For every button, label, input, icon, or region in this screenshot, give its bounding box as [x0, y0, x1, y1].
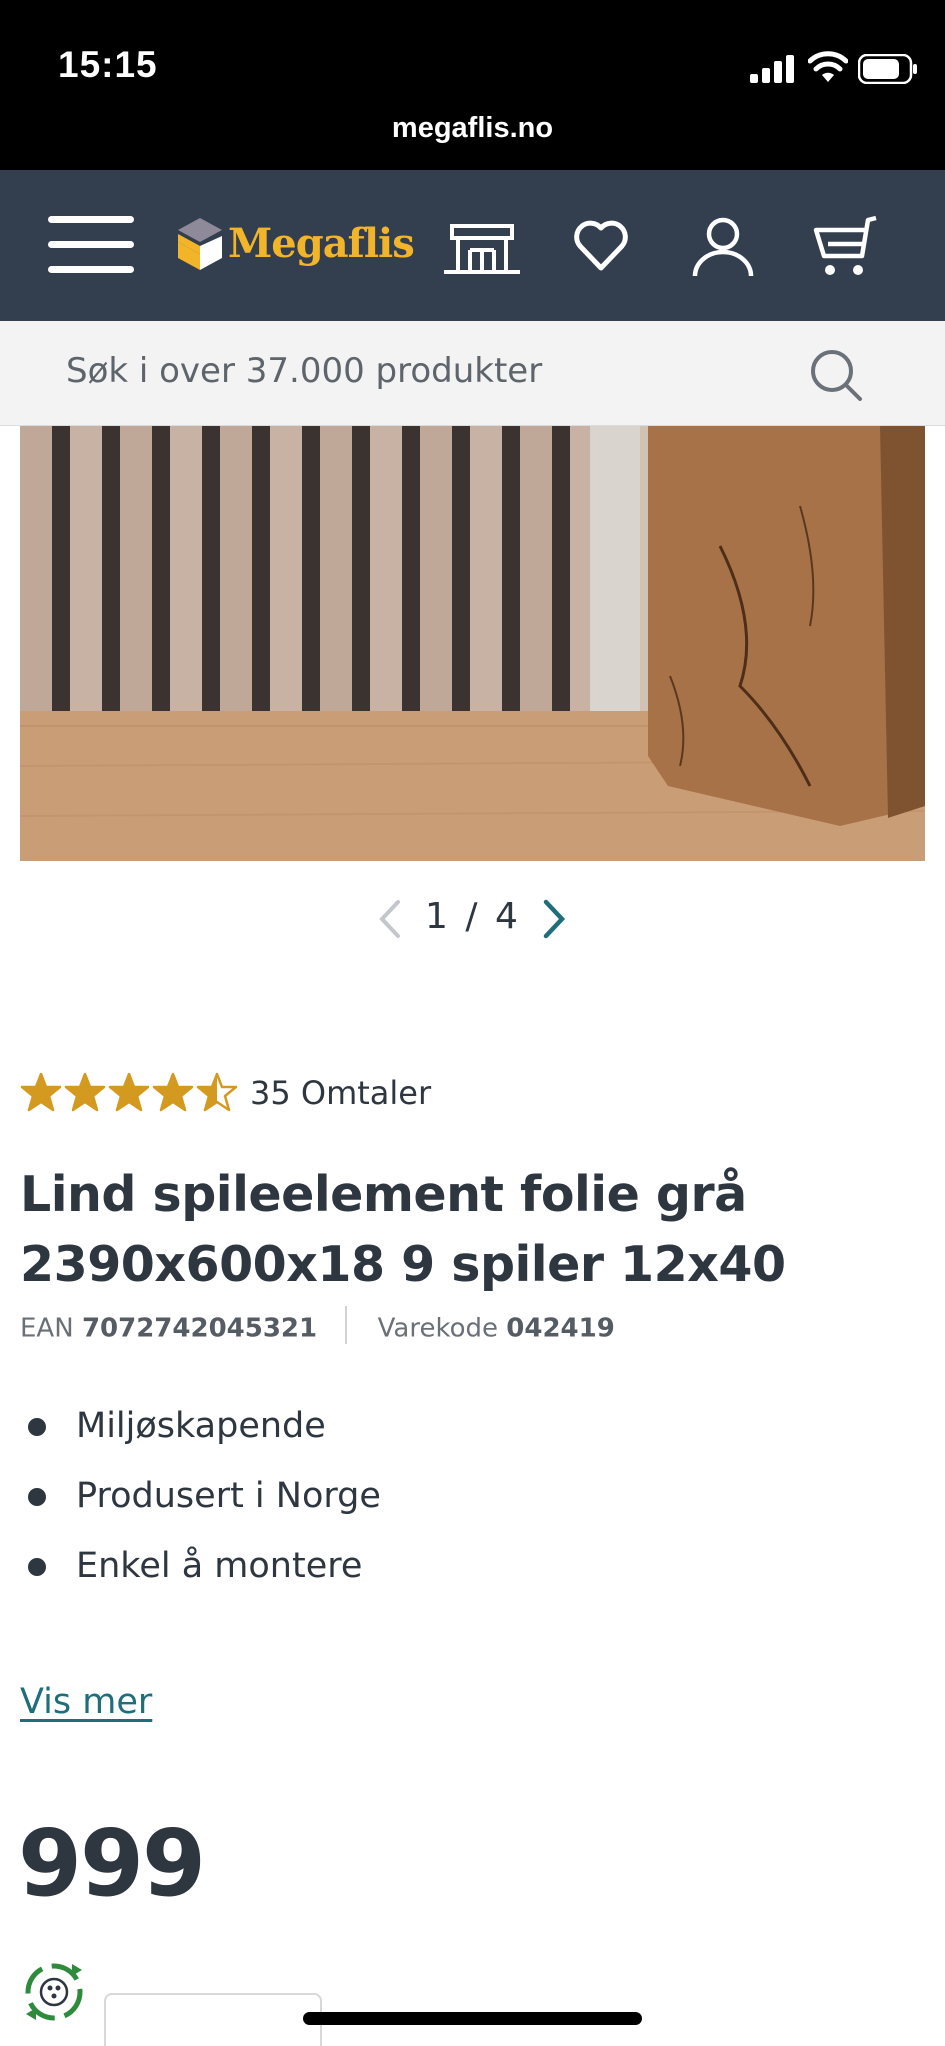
- home-indicator: [303, 2012, 642, 2025]
- eco-recycle-icon: [25, 1963, 83, 2021]
- product-title-line2: 2390x600x18 9 spiler 12x40: [20, 1236, 786, 1293]
- feature-item: Produsert i Norge: [20, 1468, 381, 1538]
- status-bar: 15:15 megaflis.no: [0, 0, 945, 170]
- bullet-icon: [28, 1418, 46, 1436]
- ean-value: 7072742045321: [81, 1313, 318, 1344]
- product-image[interactable]: [20, 426, 925, 861]
- search-input[interactable]: Søk i over 37.000 produkter: [66, 351, 542, 391]
- ean-label: EAN: [20, 1313, 74, 1344]
- showroom-icon[interactable]: [440, 214, 524, 278]
- feature-item: Enkel å montere: [20, 1538, 381, 1608]
- bullet-icon: [28, 1558, 46, 1576]
- star-full-icon: [152, 1072, 194, 1112]
- image-current: 1: [425, 896, 448, 937]
- image-total: 4: [494, 896, 518, 937]
- logo-text: Megaflis: [228, 220, 415, 267]
- sku-label: Varekode: [377, 1313, 499, 1344]
- search-bar[interactable]: Søk i over 37.000 produkter: [0, 321, 945, 426]
- feature-list: Miljøskapende Produsert i Norge Enkel å …: [20, 1398, 381, 1608]
- review-count[interactable]: 35 Omtaler: [250, 1074, 431, 1112]
- image-counter: 1 / 4: [425, 896, 518, 937]
- star-half-icon: [196, 1072, 238, 1112]
- browser-url[interactable]: megaflis.no: [0, 112, 945, 145]
- star-full-icon: [64, 1072, 106, 1112]
- favorites-heart-icon[interactable]: [572, 214, 630, 278]
- product-price: 999: [18, 1810, 206, 1917]
- menu-icon[interactable]: [48, 216, 134, 276]
- site-header: Megaflis: [0, 170, 945, 321]
- site-logo[interactable]: Megaflis: [178, 214, 415, 276]
- logo-mark-icon: [178, 218, 222, 270]
- bullet-icon: [28, 1488, 46, 1506]
- feature-text: Miljøskapende: [76, 1406, 326, 1446]
- image-pager: 1 / 4: [0, 890, 945, 950]
- sku-value: 042419: [506, 1313, 615, 1344]
- image-separator: /: [465, 896, 478, 937]
- chevron-left-icon[interactable]: [376, 898, 404, 940]
- user-account-icon[interactable]: [690, 214, 756, 278]
- wifi-icon: [808, 51, 848, 82]
- status-time: 15:15: [58, 44, 158, 85]
- product-rating[interactable]: 35 Omtaler: [20, 1068, 620, 1118]
- quantity-box[interactable]: [104, 1993, 322, 2046]
- cellular-signal-icon: [750, 55, 794, 83]
- chevron-right-icon[interactable]: [540, 898, 568, 940]
- show-more-link[interactable]: Vis mer: [20, 1682, 152, 1722]
- search-icon[interactable]: [808, 347, 864, 403]
- feature-item: Miljøskapende: [20, 1398, 381, 1468]
- star-full-icon: [20, 1072, 62, 1112]
- battery-icon: [858, 54, 917, 84]
- star-full-icon: [108, 1072, 150, 1112]
- product-photo: [20, 426, 925, 861]
- codes-divider: [345, 1306, 348, 1344]
- product-title-line1: Lind spileelement folie grå: [20, 1166, 747, 1223]
- feature-text: Enkel å montere: [76, 1546, 363, 1586]
- product-codes: EAN 7072742045321 Varekode 042419: [20, 1306, 720, 1346]
- shopping-cart-icon[interactable]: [810, 214, 878, 278]
- feature-text: Produsert i Norge: [76, 1476, 381, 1516]
- product-title: Lind spileelement folie grå 2390x600x18 …: [20, 1160, 920, 1300]
